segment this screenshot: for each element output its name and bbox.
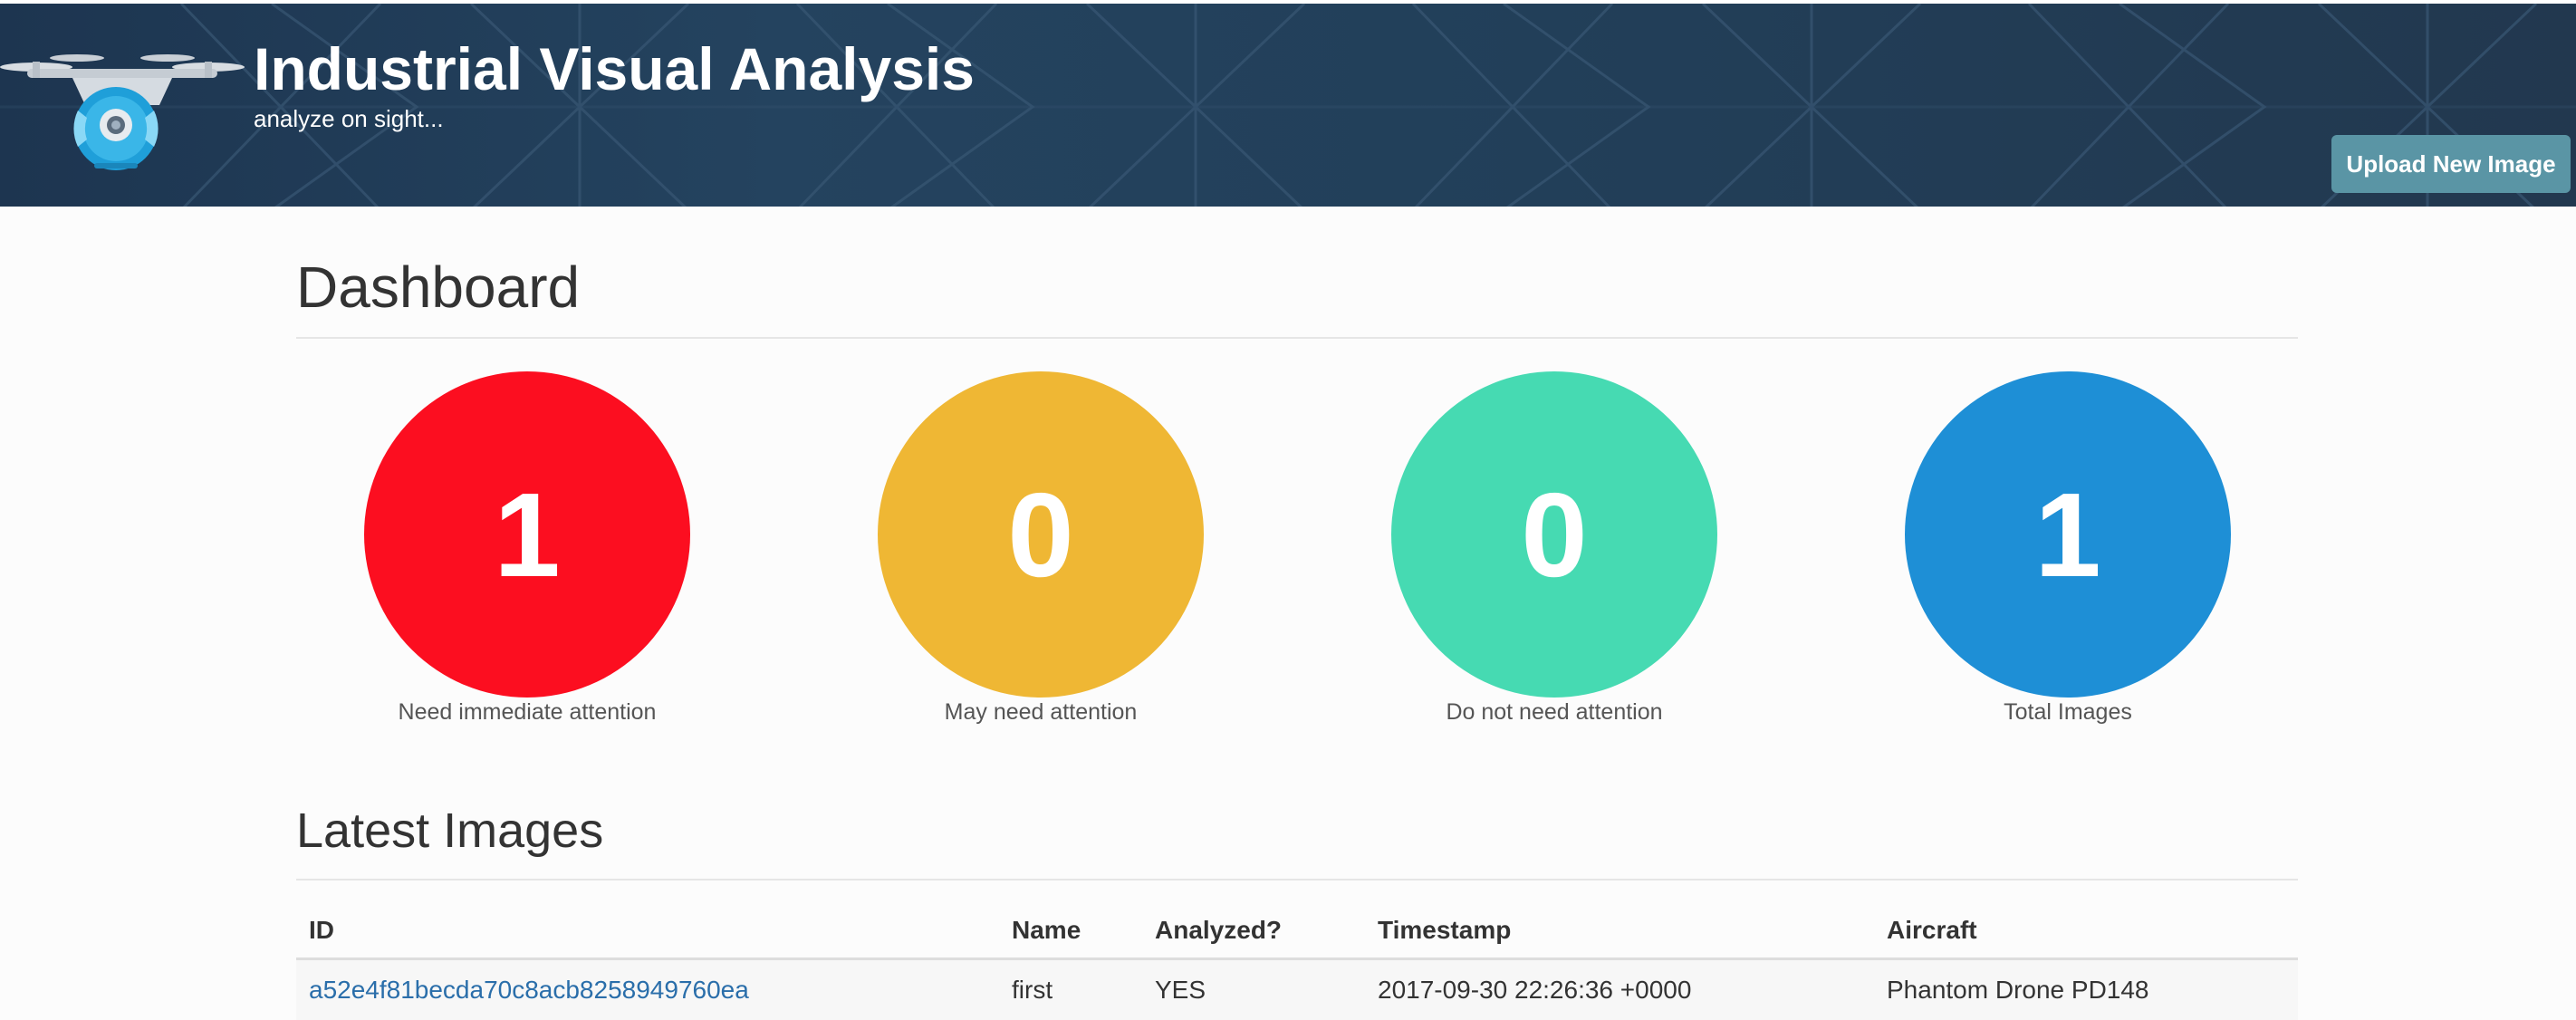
column-header-timestamp: Timestamp <box>1365 904 1874 960</box>
table-row: a52e4f81becda70c8acb8258949760ea first Y… <box>296 958 2298 1020</box>
image-id-link[interactable]: a52e4f81becda70c8acb8258949760ea <box>309 976 749 1004</box>
cell-id: a52e4f81becda70c8acb8258949760ea <box>296 958 999 1020</box>
column-header-aircraft: Aircraft <box>1874 904 2298 960</box>
drone-icon <box>0 54 245 170</box>
stat-circle-blue: 1 <box>1905 371 2231 698</box>
stat-label: May need attention <box>944 699 1138 725</box>
upload-new-image-button[interactable]: Upload New Image <box>2331 135 2571 193</box>
latest-images-table: ID Name Analyzed? Timestamp Aircraft a52… <box>296 904 2298 1020</box>
table-header-row: ID Name Analyzed? Timestamp Aircraft <box>296 904 2298 960</box>
cell-name: first <box>999 958 1142 1020</box>
stat-circle-green: 0 <box>1391 371 1717 698</box>
column-header-id: ID <box>296 904 999 960</box>
stat-circle-red: 1 <box>364 371 690 698</box>
column-header-analyzed: Analyzed? <box>1142 904 1365 960</box>
app-title: Industrial Visual Analysis <box>254 35 975 102</box>
cell-aircraft: Phantom Drone PD148 <box>1874 958 2298 1020</box>
stat-need-immediate-attention: 1 Need immediate attention <box>364 371 690 726</box>
stat-label: Need immediate attention <box>398 699 657 725</box>
cell-timestamp: 2017-09-30 22:26:36 +0000 <box>1365 958 1874 1020</box>
dashboard-divider <box>296 337 2298 339</box>
stat-do-not-need-attention: 0 Do not need attention <box>1391 371 1717 726</box>
dashboard-title: Dashboard <box>296 255 581 320</box>
stat-circle-yellow: 0 <box>878 371 1204 698</box>
app-header: Industrial Visual Analysis analyze on si… <box>0 0 2576 207</box>
stat-label: Total Images <box>2004 699 2132 725</box>
stat-may-need-attention: 0 May need attention <box>878 371 1204 726</box>
latest-images-divider <box>296 879 2298 880</box>
column-header-name: Name <box>999 904 1142 960</box>
stat-total-images: 1 Total Images <box>1905 371 2231 726</box>
cell-analyzed: YES <box>1142 958 1365 1020</box>
app-subtitle: analyze on sight... <box>254 105 444 132</box>
brand: Industrial Visual Analysis analyze on si… <box>254 36 975 133</box>
stat-label: Do not need attention <box>1446 699 1663 725</box>
latest-images-title: Latest Images <box>296 803 604 858</box>
